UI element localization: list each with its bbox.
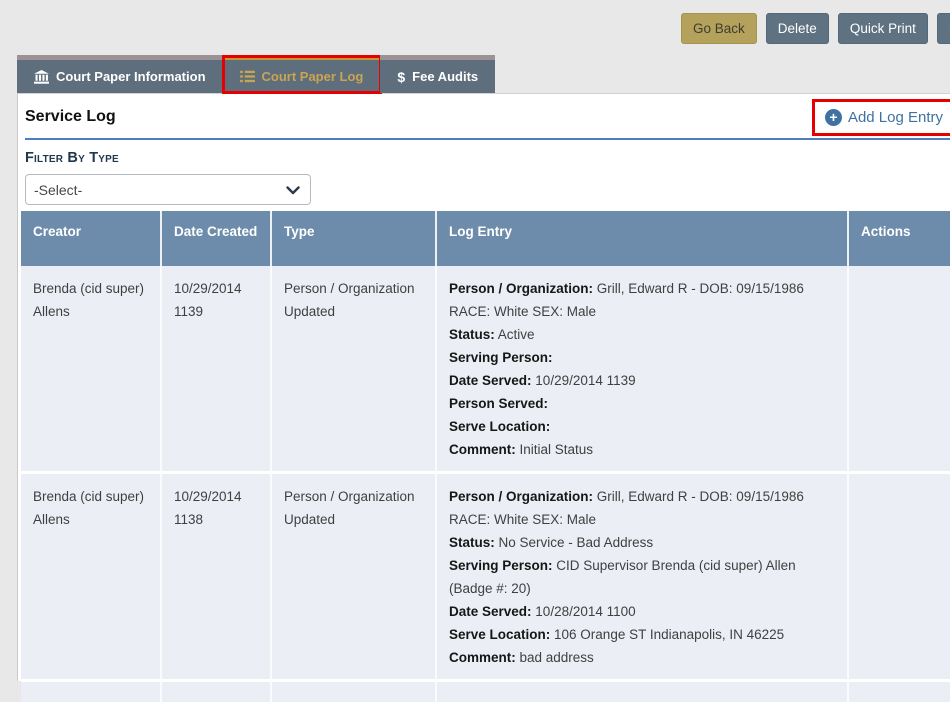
- table-header-row: CreatorDate CreatedTypeLog EntryActions: [21, 211, 950, 266]
- add-log-entry-button[interactable]: + Add Log Entry: [825, 109, 943, 126]
- table-row-partial: [21, 682, 950, 702]
- cell-creator: Brenda (cid super) Allens: [21, 474, 162, 682]
- log-entry-line: Serving Person: CID Supervisor Brenda (c…: [449, 554, 835, 600]
- log-entry-line: Serve Location:: [449, 415, 835, 438]
- filter-by-type-label: Filter By Type: [25, 150, 950, 166]
- log-entry-line: Status: No Service - Bad Address: [449, 531, 835, 554]
- log-entry-line: Person / Organization: Grill, Edward R -…: [449, 277, 835, 323]
- tab-label: Court Paper Log: [262, 69, 364, 84]
- type-filter-select[interactable]: -Select-: [25, 174, 311, 205]
- cell-actions: [849, 474, 950, 682]
- tab-strip: Court Paper Information Court Paper Log …: [17, 55, 495, 93]
- cell-type: Person / Organization Updated: [272, 474, 437, 682]
- log-entry-line: Comment: Initial Status: [449, 438, 835, 461]
- content-panel: Service Log + Add Log Entry Filter By Ty…: [17, 93, 950, 681]
- toolbar: Go Back Delete Quick Print Print: [681, 13, 950, 44]
- tab-label: Fee Audits: [412, 69, 478, 84]
- cell-date-created: 10/29/2014 1138: [162, 474, 272, 682]
- column-header-date-created: Date Created: [162, 211, 272, 266]
- plus-circle-icon: +: [825, 109, 842, 126]
- cell-creator: Brenda (cid super) Allens: [21, 266, 162, 474]
- cell-empty: [437, 682, 849, 702]
- tab-fee-audits[interactable]: $ Fee Audits: [380, 55, 495, 93]
- table-row: Brenda (cid super) Allens10/29/2014 1139…: [21, 266, 950, 474]
- service-log-table: CreatorDate CreatedTypeLog EntryActions …: [21, 211, 950, 702]
- log-entry-line: Date Served: 10/28/2014 1100: [449, 600, 835, 623]
- tab-label: Court Paper Information: [56, 69, 206, 84]
- log-entry-line: Person / Organization: Grill, Edward R -…: [449, 485, 835, 531]
- cell-empty: [272, 682, 437, 702]
- go-back-button[interactable]: Go Back: [681, 13, 757, 44]
- list-icon: [240, 70, 255, 83]
- add-log-entry-label: Add Log Entry: [848, 109, 943, 126]
- cell-empty: [162, 682, 272, 702]
- column-header-type: Type: [272, 211, 437, 266]
- log-entry-line: Status: Active: [449, 323, 835, 346]
- bank-icon: [34, 70, 49, 84]
- page-title: Service Log: [25, 108, 116, 125]
- quick-print-button[interactable]: Quick Print: [838, 13, 928, 44]
- cell-actions: [849, 266, 950, 474]
- table-row: Brenda (cid super) Allens10/29/2014 1138…: [21, 474, 950, 682]
- tab-court-paper-information[interactable]: Court Paper Information: [17, 55, 223, 93]
- print-button[interactable]: Print: [937, 13, 950, 44]
- log-entry-line: Serving Person:: [449, 346, 835, 369]
- column-header-actions: Actions: [849, 211, 950, 266]
- cell-empty: [849, 682, 950, 702]
- delete-button[interactable]: Delete: [766, 13, 829, 44]
- annotation-highlight-add-entry: + Add Log Entry: [812, 99, 950, 136]
- chevron-down-icon: [286, 182, 300, 198]
- log-entry-line: Comment: bad address: [449, 646, 835, 669]
- log-entry-line: Person Served:: [449, 392, 835, 415]
- column-header-creator: Creator: [21, 211, 162, 266]
- cell-log-entry: Person / Organization: Grill, Edward R -…: [437, 474, 849, 682]
- cell-type: Person / Organization Updated: [272, 266, 437, 474]
- log-entry-line: Serve Location: 106 Orange ST Indianapol…: [449, 623, 835, 646]
- cell-date-created: 10/29/2014 1139: [162, 266, 272, 474]
- dollar-icon: $: [397, 69, 405, 85]
- cell-empty: [21, 682, 162, 702]
- tab-court-paper-log[interactable]: Court Paper Log: [223, 55, 381, 93]
- type-filter-selected-value: -Select-: [34, 182, 82, 198]
- cell-log-entry: Person / Organization: Grill, Edward R -…: [437, 266, 849, 474]
- column-header-log-entry: Log Entry: [437, 211, 849, 266]
- section-header: Service Log + Add Log Entry: [25, 102, 950, 140]
- log-table-body: Brenda (cid super) Allens10/29/2014 1139…: [21, 266, 950, 702]
- log-entry-line: Date Served: 10/29/2014 1139: [449, 369, 835, 392]
